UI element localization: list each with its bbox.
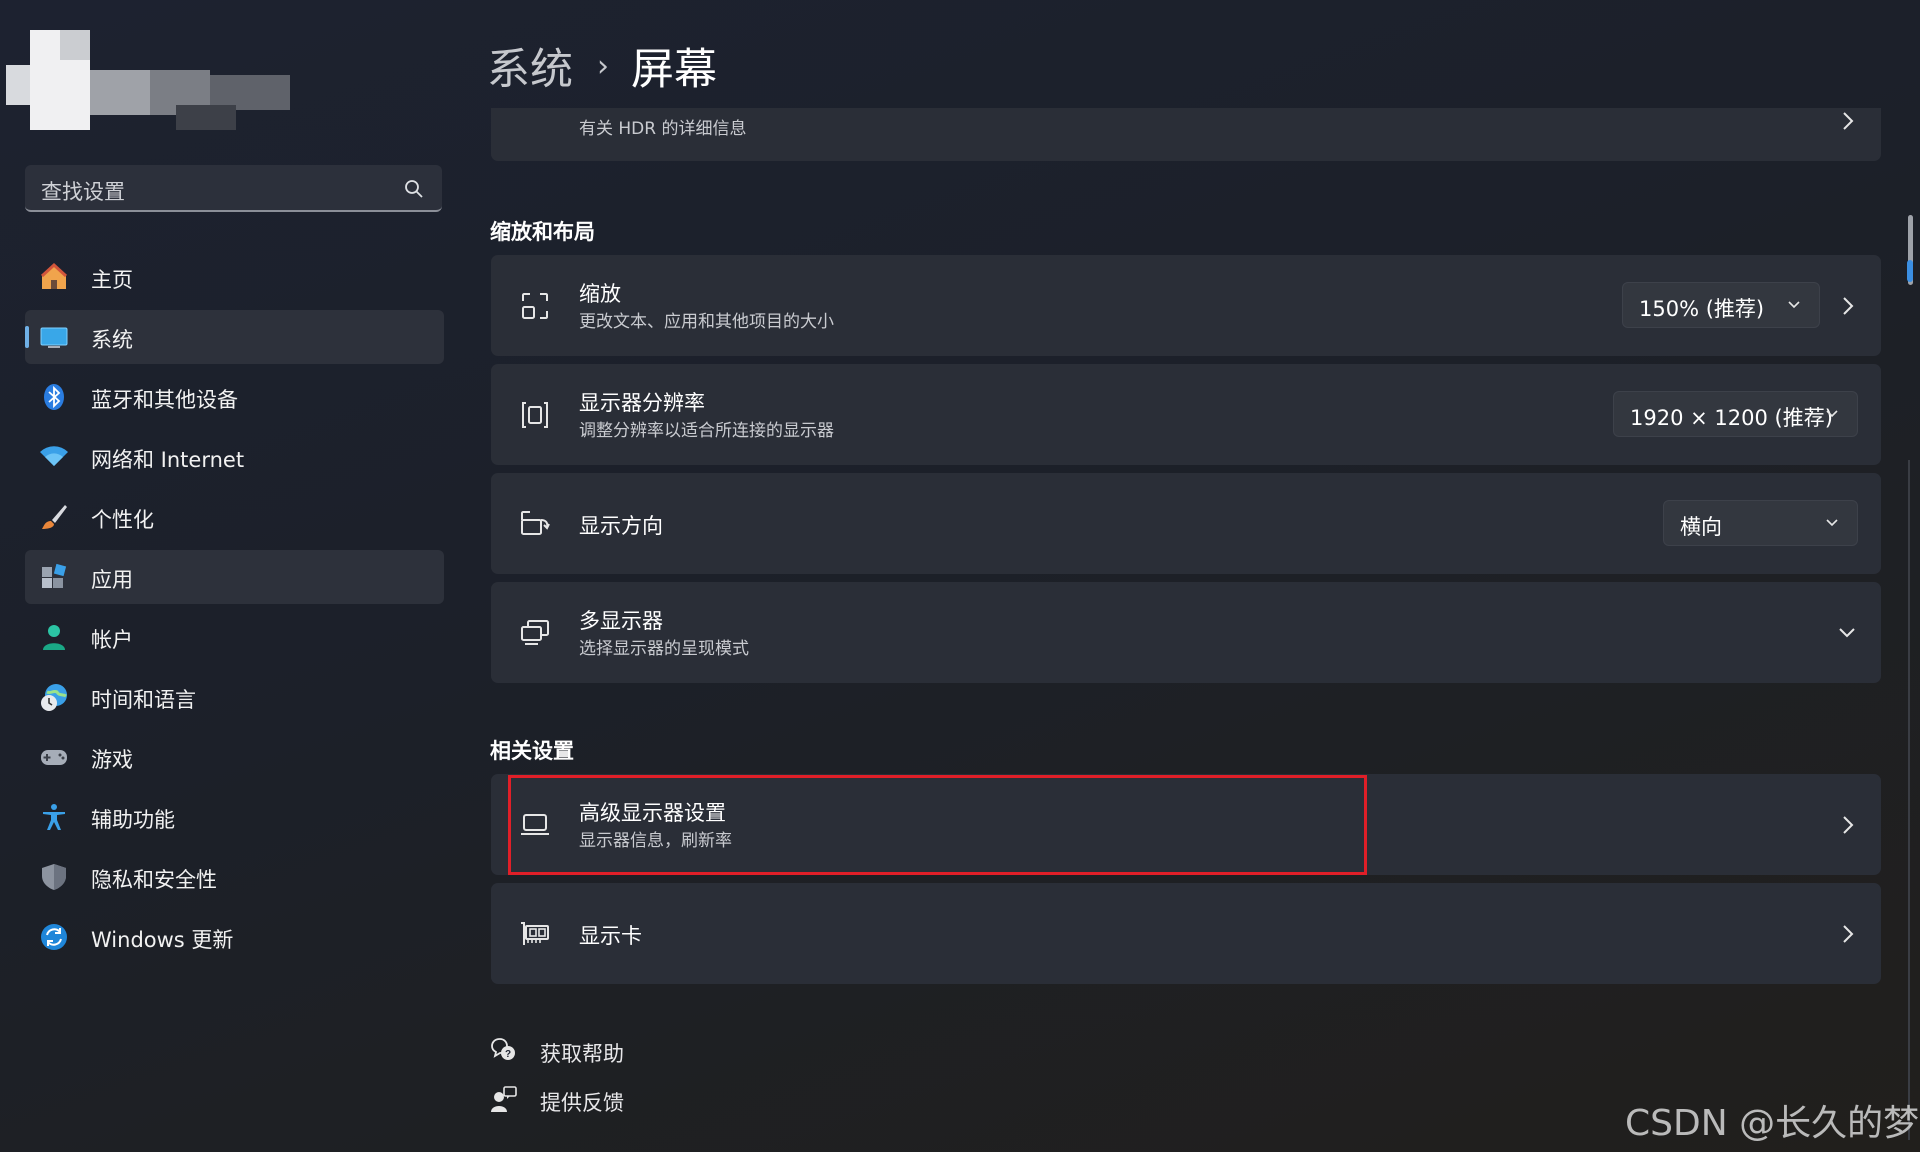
chevron-down-icon [1826,410,1838,418]
scale-card[interactable]: 缩放 更改文本、应用和其他项目的大小 150% (推荐) [491,255,1881,356]
section-title-related: 相关设置 [490,739,574,763]
resolution-dropdown-value: 1920 × 1200 (推荐) [1630,406,1833,430]
search-placeholder: 查找设置 [41,180,125,204]
resolution-card[interactable]: 显示器分辨率 调整分辨率以适合所连接的显示器 1920 × 1200 (推荐) [491,364,1881,465]
sidebar-item-gaming[interactable]: 游戏 [25,730,444,784]
sidebar-item-label: 隐私和安全性 [91,868,217,892]
chevron-right-icon[interactable] [1841,295,1855,317]
scale-subtitle: 更改文本、应用和其他项目的大小 [579,312,834,332]
scrollbar-indicator [1907,260,1913,282]
advanced-display-subtitle: 显示器信息，刷新率 [579,831,732,851]
sidebar-item-label: Windows 更新 [91,928,234,952]
wifi-icon [40,446,68,466]
sidebar-item-system[interactable]: 系统 [25,310,444,364]
home-icon [40,262,68,289]
search-input[interactable]: 查找设置 [25,165,442,212]
chevron-down-icon [1788,301,1800,309]
graphics-card-card[interactable]: 显示卡 [491,883,1881,984]
globe-clock-icon [41,684,67,711]
apps-icon [42,563,67,588]
orientation-title: 显示方向 [579,514,663,538]
orientation-card[interactable]: 显示方向 横向 [491,473,1881,574]
advanced-display-title: 高级显示器设置 [579,801,726,825]
sidebar-item-label: 时间和语言 [91,688,196,712]
advanced-display-card[interactable]: 高级显示器设置 显示器信息，刷新率 [491,774,1881,875]
sidebar-item-network[interactable]: 网络和 Internet [25,430,444,484]
search-icon[interactable] [404,179,424,199]
sidebar-item-bluetooth[interactable]: 蓝牙和其他设备 [25,370,444,424]
resolution-title: 显示器分辨率 [579,391,705,415]
shield-icon [42,864,66,890]
rotate-icon [521,511,550,535]
sidebar-item-label: 游戏 [91,748,133,772]
sidebar-item-windows-update[interactable]: Windows 更新 [25,910,444,964]
section-title-scale-layout: 缩放和布局 [490,220,595,244]
sidebar-item-personalization[interactable]: 个性化 [25,490,444,544]
sidebar-item-label: 应用 [91,568,133,592]
svg-text:?: ? [505,1049,511,1060]
bluetooth-icon [44,384,64,410]
monitor-icon [40,327,68,348]
resolution-subtitle: 调整分辨率以适合所连接的显示器 [579,421,834,441]
multi-display-icon [521,620,549,645]
chevron-down-icon [1826,519,1838,527]
user-avatar-blurred [6,30,396,130]
sidebar-item-label: 辅助功能 [91,808,175,832]
orientation-dropdown[interactable]: 横向 [1663,500,1858,546]
multi-display-card[interactable]: 多显示器 选择显示器的呈现模式 [491,582,1881,683]
sidebar-nav: 主页 系统 蓝牙和其他设备 网络和 Internet 个性化 应用 帐户 时间和… [25,250,444,970]
resolution-dropdown[interactable]: 1920 × 1200 (推荐) [1613,391,1858,437]
chevron-down-icon[interactable] [1837,626,1857,640]
breadcrumb: 系统 › 屏幕 [487,36,717,96]
page-title: 屏幕 [631,45,717,95]
scrollbar-track[interactable] [1908,460,1910,1140]
sidebar-item-label: 个性化 [91,508,154,532]
scale-title: 缩放 [579,282,621,306]
watermark-text: CSDN @长久的梦 [1625,1103,1920,1144]
account-icon [43,625,65,650]
sidebar-item-label: 主页 [91,268,133,292]
sidebar-item-label: 帐户 [91,628,133,652]
sidebar-item-accounts[interactable]: 帐户 [25,610,444,664]
feedback-link[interactable]: 提供反馈 [490,1085,670,1117]
graphics-card-title: 显示卡 [579,924,642,948]
sidebar-item-label: 蓝牙和其他设备 [91,388,238,412]
hdr-card-subtitle: 有关 HDR 的详细信息 [579,119,747,139]
feedback-label: 提供反馈 [540,1091,624,1115]
resolution-icon [522,402,548,428]
scale-dropdown[interactable]: 150% (推荐) [1622,282,1820,328]
sidebar-item-privacy[interactable]: 隐私和安全性 [25,850,444,904]
update-icon [41,924,67,950]
hdr-info-card[interactable]: HDR 有关 HDR 的详细信息 [491,108,1881,161]
sidebar-item-label: 系统 [91,328,133,352]
help-icon: ? [491,1038,515,1060]
scale-dropdown-value: 150% (推荐) [1639,297,1765,321]
get-help-link[interactable]: ? 获取帮助 [490,1036,670,1068]
orientation-dropdown-value: 横向 [1680,515,1722,539]
breadcrumb-parent[interactable]: 系统 [487,35,573,97]
sidebar-item-apps[interactable]: 应用 [25,550,444,604]
chevron-right-icon [1843,925,1854,943]
sidebar-item-time-language[interactable]: 时间和语言 [25,670,444,724]
feedback-icon [491,1086,517,1112]
gamepad-icon [41,750,67,765]
get-help-label: 获取帮助 [540,1042,624,1066]
scale-icon [522,293,548,319]
gpu-icon [521,922,549,945]
chevron-right-icon [1843,112,1854,130]
hdr-icon: HDR [519,108,551,120]
multi-display-subtitle: 选择显示器的呈现模式 [579,639,749,659]
accessibility-icon [43,804,65,830]
sidebar-item-label: 网络和 Internet [91,448,245,472]
sidebar-item-home[interactable]: 主页 [25,250,444,304]
multi-display-title: 多显示器 [579,609,663,633]
chevron-right-icon [1843,816,1854,834]
brush-icon [42,505,67,529]
breadcrumb-chevron-icon: › [597,48,609,84]
sidebar-item-accessibility[interactable]: 辅助功能 [25,790,444,844]
laptop-icon [521,814,549,835]
settings-content: HDR 有关 HDR 的详细信息 缩放和布局 缩放 更改文本、应用和其他项目的大… [490,108,1882,1152]
